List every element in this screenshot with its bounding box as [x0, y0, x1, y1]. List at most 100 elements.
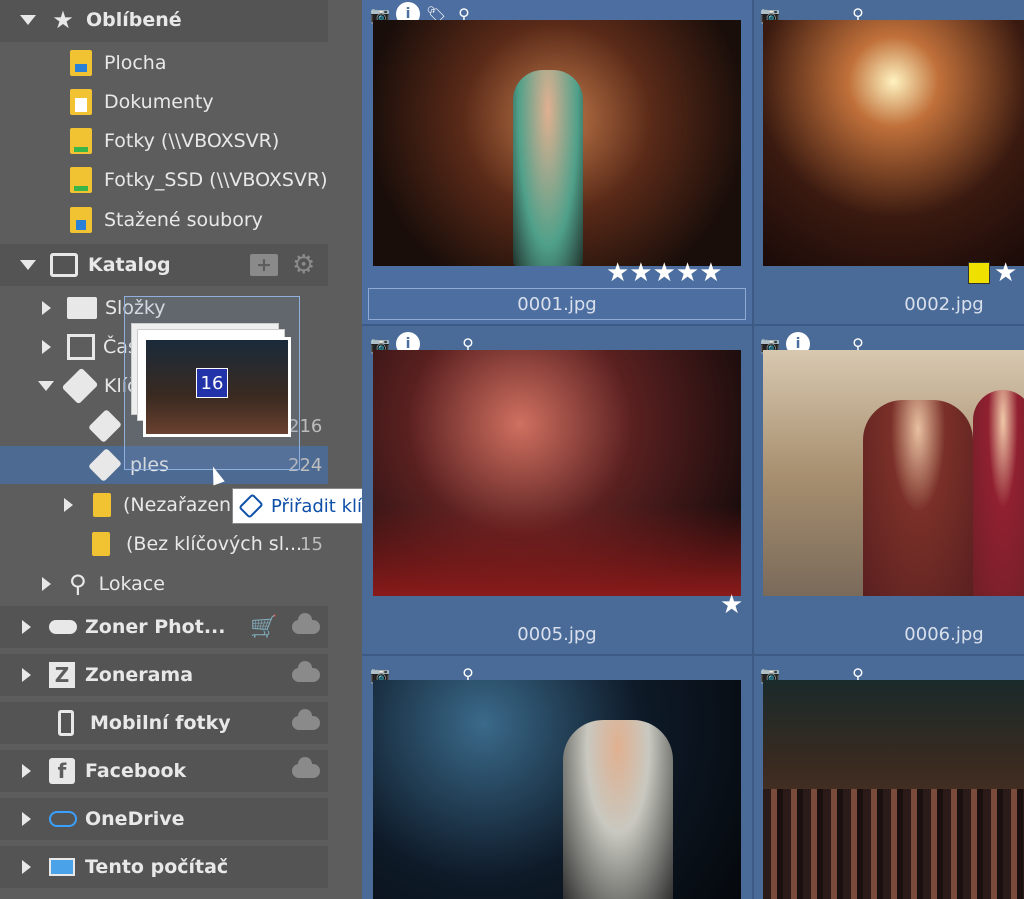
section-facebook[interactable]: f Facebook — [0, 752, 328, 790]
phone-icon — [58, 710, 74, 736]
star-icon: ★ — [52, 6, 74, 34]
section-label: OneDrive — [85, 808, 185, 830]
photo-crowd — [763, 789, 1024, 899]
section-onedrive[interactable]: OneDrive — [0, 800, 328, 838]
network-folder-icon — [70, 128, 92, 154]
keyword-item-no-keywords[interactable]: (Bez klíčových sl... 15 — [0, 525, 328, 563]
section-zoner-photo-cloud[interactable]: Zoner Phot... 🛒 — [0, 608, 328, 646]
section-label: Zonerama — [85, 664, 194, 686]
location-pin-icon: ⚲ — [69, 570, 87, 598]
zonerama-icon: Z — [49, 662, 75, 688]
cloud-status-icon — [292, 757, 320, 778]
tag-icon — [61, 367, 99, 405]
keyword-folder-icon — [92, 532, 110, 556]
facebook-icon: f — [49, 758, 75, 784]
thumbnail-cell[interactable]: 📷 i ⚲ 0006.jpg — [754, 326, 1024, 654]
cloud-icon — [49, 620, 77, 634]
section-favorites[interactable]: ★ Oblíbené — [0, 1, 328, 39]
chevron-right-icon[interactable] — [22, 860, 31, 874]
tag-icon — [88, 448, 122, 482]
favorite-item-downloads[interactable]: Stažené soubory — [0, 201, 328, 239]
drag-thumbnail: 16 — [143, 337, 291, 437]
section-zonerama[interactable]: Z Zonerama — [0, 656, 328, 694]
section-label: Tento počítač — [85, 856, 229, 878]
keyword-label: (Bez klíčových sl... — [126, 533, 303, 555]
calendar-icon — [67, 334, 95, 360]
filename-label: 0001.jpg — [517, 294, 597, 315]
favorite-item-desktop[interactable]: Plocha — [0, 44, 328, 82]
folder-icon — [67, 297, 97, 319]
catalog-label: Lokace — [98, 573, 165, 595]
favorite-label: Stažené soubory — [104, 209, 263, 231]
photo-subject — [863, 400, 973, 596]
chevron-right-icon[interactable] — [42, 340, 51, 354]
chevron-right-icon[interactable] — [42, 577, 51, 591]
filename-label: 0005.jpg — [517, 624, 597, 645]
favorite-label: Plocha — [104, 52, 167, 74]
chevron-down-icon[interactable] — [20, 260, 36, 270]
onedrive-icon — [49, 811, 77, 827]
desktop-folder-icon — [70, 50, 92, 76]
chevron-right-icon[interactable] — [42, 301, 51, 315]
photo-thumbnail[interactable] — [373, 680, 741, 899]
photo-thumbnail[interactable] — [763, 680, 1024, 899]
cloud-status-icon — [292, 613, 320, 634]
section-label: Katalog — [88, 254, 171, 276]
favorite-label: Fotky (\\VBOXSVR) — [104, 130, 280, 152]
photo-subject — [563, 720, 673, 899]
photo-subject — [973, 390, 1024, 596]
favorite-label: Dokumenty — [104, 91, 214, 113]
section-label: Facebook — [85, 760, 187, 782]
yellow-color-label[interactable] — [968, 262, 990, 284]
photo-floor — [373, 506, 741, 596]
section-mobile-photos[interactable]: Mobilní fotky — [0, 704, 328, 742]
drag-selection-rectangle: 16 — [124, 296, 300, 470]
section-catalog[interactable]: Katalog + ⚙ — [0, 246, 328, 284]
chevron-right-icon[interactable] — [64, 498, 73, 512]
thumbnail-cell[interactable]: 📷 ⚲ — [362, 656, 752, 899]
cart-icon[interactable]: 🛒 — [250, 615, 277, 640]
chevron-down-icon[interactable] — [20, 15, 36, 25]
favorite-item-network-photos[interactable]: Fotky (\\VBOXSVR) — [0, 122, 328, 160]
photo-thumbnail[interactable] — [763, 20, 1024, 266]
section-label: Oblíbené — [86, 9, 182, 31]
chevron-right-icon[interactable] — [22, 668, 31, 682]
cloud-status-icon — [292, 661, 320, 682]
add-folder-icon[interactable]: + — [250, 254, 278, 276]
section-this-pc[interactable]: Tento počítač — [0, 848, 328, 886]
tag-outline-icon — [238, 493, 264, 519]
rating-stars[interactable]: ★ — [994, 258, 1017, 288]
thumbnail-cell[interactable]: 📷 ⚲ — [754, 656, 1024, 899]
chevron-down-icon[interactable] — [38, 381, 54, 391]
chevron-right-icon[interactable] — [22, 764, 31, 778]
section-label: Zoner Phot... — [85, 616, 226, 638]
favorite-item-network-ssd[interactable]: Fotky_SSD (\\VBOXSVR) — [0, 161, 328, 199]
photo-thumbnail[interactable] — [373, 20, 741, 266]
tag-icon — [88, 409, 122, 443]
downloads-folder-icon — [70, 207, 92, 233]
rating-stars[interactable]: ★★★★★ — [606, 258, 723, 288]
catalog-item-location[interactable]: ⚲ Lokace — [0, 565, 328, 603]
photo-thumbnail[interactable] — [373, 350, 741, 596]
drag-count-badge: 16 — [196, 368, 228, 398]
network-folder-icon — [70, 167, 92, 193]
catalog-icon — [50, 253, 78, 277]
thumbnail-cell[interactable]: 📷 i 🏷 ⚲ ★★★★★ 0001.jpg — [362, 0, 752, 324]
section-label: Mobilní fotky — [90, 712, 231, 734]
keyword-count: 15 — [300, 533, 323, 555]
chevron-right-icon[interactable] — [22, 620, 31, 634]
chevron-right-icon[interactable] — [22, 812, 31, 826]
photo-thumbnail[interactable] — [763, 350, 1024, 596]
panel-gutter — [328, 0, 362, 899]
keyword-label: (Nezařazen — [123, 494, 232, 516]
keyword-folder-icon — [93, 493, 111, 517]
photo-subject — [513, 70, 583, 266]
thumbnail-cell[interactable]: 📷 i ⚲ ★ 0005.jpg — [362, 326, 752, 654]
favorite-item-documents[interactable]: Dokumenty — [0, 83, 328, 121]
gear-icon[interactable]: ⚙ — [292, 250, 315, 280]
rating-stars[interactable]: ★ — [720, 590, 743, 620]
computer-icon — [49, 858, 75, 876]
favorite-label: Fotky_SSD (\\VBOXSVR) — [104, 169, 328, 191]
thumbnail-cell[interactable]: 📷 ⚲ ★ 0002.jpg — [754, 0, 1024, 324]
documents-folder-icon — [70, 89, 92, 115]
